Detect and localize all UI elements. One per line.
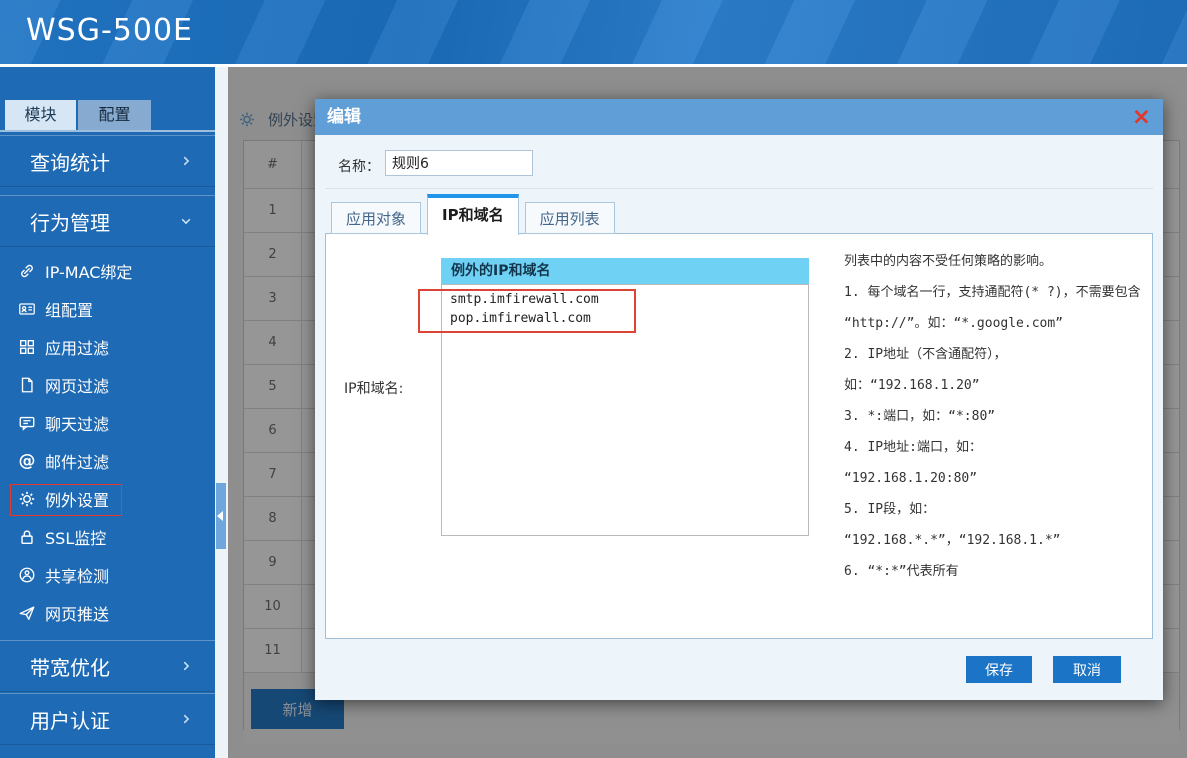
sidebar-item-label: 共享检测	[45, 563, 109, 587]
sidebar-item-ip-mac-binding[interactable]: IP-MAC绑定	[0, 252, 215, 290]
app-title: WSG-500E	[26, 13, 193, 48]
lock-icon	[18, 528, 36, 546]
sidebar-gutter	[215, 67, 228, 758]
chevron-right-icon	[177, 659, 195, 673]
sidebar-section-label: 用户认证	[30, 705, 110, 734]
sidebar-collapse-handle[interactable]	[216, 483, 226, 549]
sidebar-tab-modules[interactable]: 模块	[5, 100, 76, 130]
sidebar-item-share-detect[interactable]: 共享检测	[0, 556, 215, 594]
id-card-icon	[18, 300, 36, 318]
sidebar-tab-divider	[0, 130, 215, 132]
close-icon[interactable]: ×	[1132, 103, 1151, 131]
sidebar-item-label: SSL监控	[45, 525, 106, 549]
save-button[interactable]: 保存	[966, 656, 1032, 683]
sidebar-tab-config[interactable]: 配置	[78, 100, 151, 130]
chevron-right-icon	[177, 154, 195, 168]
sidebar-section-query-stats[interactable]: 查询统计	[0, 135, 215, 187]
sidebar-item-label: 例外设置	[45, 487, 109, 511]
help-text: 列表中的内容不受任何策略的影响。 1. 每个域名一行，支持通配符(* ?)，不需…	[844, 246, 1144, 587]
rule-name-label: 名称：	[338, 156, 380, 176]
sidebar-item-web-filter[interactable]: 网页过滤	[0, 366, 215, 404]
tab-app-objects[interactable]: 应用对象	[331, 202, 421, 234]
sidebar-item-group-config[interactable]: 组配置	[0, 290, 215, 328]
sidebar-submenu: IP-MAC绑定 组配置 应用过滤	[0, 252, 215, 632]
sidebar-item-label: 邮件过滤	[45, 449, 109, 473]
sidebar-section-label: 查询统计	[30, 147, 110, 176]
app-grid-icon	[18, 338, 36, 356]
tab-ip-and-domains[interactable]: IP和域名	[427, 194, 519, 235]
sidebar-item-app-filter[interactable]: 应用过滤	[0, 328, 215, 366]
chat-icon	[18, 414, 36, 432]
sidebar-section-user-auth[interactable]: 用户认证	[0, 693, 215, 745]
edit-dialog: 编辑 × 名称： 应用对象 IP和域名 应用列表 IP和域名: 例外的IP和域名…	[315, 99, 1163, 700]
sidebar-section-bandwidth[interactable]: 带宽优化	[0, 640, 215, 692]
sidebar-section-label: 行为管理	[30, 207, 110, 236]
at-icon: @	[18, 451, 36, 471]
app-header: WSG-500E	[0, 0, 1187, 67]
webpage-icon	[18, 376, 36, 394]
link-icon	[18, 262, 36, 280]
cancel-button[interactable]: 取消	[1053, 656, 1121, 683]
sidebar-tab-bar: 模块 配置	[0, 100, 215, 130]
share-icon	[18, 566, 36, 584]
sidebar-item-ssl-monitor[interactable]: SSL监控	[0, 518, 215, 556]
sidebar-item-label: 网页推送	[45, 601, 109, 625]
ip-domain-panel: IP和域名: 例外的IP和域名 smtp.imfirewall.com pop.…	[325, 233, 1153, 639]
gear-icon	[18, 490, 36, 508]
sidebar-item-chat-filter[interactable]: 聊天过滤	[0, 404, 215, 442]
edit-dialog-title: 编辑	[327, 99, 361, 135]
exception-list-header: 例外的IP和域名	[441, 258, 809, 284]
ip-domain-label: IP和域名:	[344, 378, 403, 398]
sidebar: 模块 配置 查询统计 行为管理 IP-MAC绑定	[0, 67, 215, 758]
edit-dialog-header: 编辑 ×	[315, 99, 1163, 135]
sidebar-section-label: 带宽优化	[30, 652, 110, 681]
sidebar-item-label: 组配置	[45, 297, 93, 321]
sidebar-section-behavior-mgmt[interactable]: 行为管理	[0, 195, 215, 247]
sidebar-item-label: 应用过滤	[45, 335, 109, 359]
sidebar-item-label: 网页过滤	[45, 373, 109, 397]
chevron-down-icon	[177, 214, 195, 228]
sidebar-item-exception-settings[interactable]: 例外设置	[0, 480, 215, 518]
name-row-divider	[325, 188, 1153, 189]
edit-dialog-body: 名称： 应用对象 IP和域名 应用列表 IP和域名: 例外的IP和域名 smtp…	[315, 135, 1163, 700]
sidebar-item-web-push[interactable]: 网页推送	[0, 594, 215, 632]
chevron-right-icon	[177, 712, 195, 726]
sidebar-item-label: IP-MAC绑定	[45, 259, 132, 283]
tab-app-list[interactable]: 应用列表	[525, 202, 615, 234]
sidebar-item-mail-filter[interactable]: @ 邮件过滤	[0, 442, 215, 480]
send-icon	[18, 604, 36, 622]
edit-dialog-tabs: 应用对象 IP和域名 应用列表	[331, 194, 621, 234]
rule-name-input[interactable]	[385, 150, 533, 176]
exception-list-textarea[interactable]: smtp.imfirewall.com pop.imfirewall.com	[441, 284, 809, 536]
sidebar-item-label: 聊天过滤	[45, 411, 109, 435]
